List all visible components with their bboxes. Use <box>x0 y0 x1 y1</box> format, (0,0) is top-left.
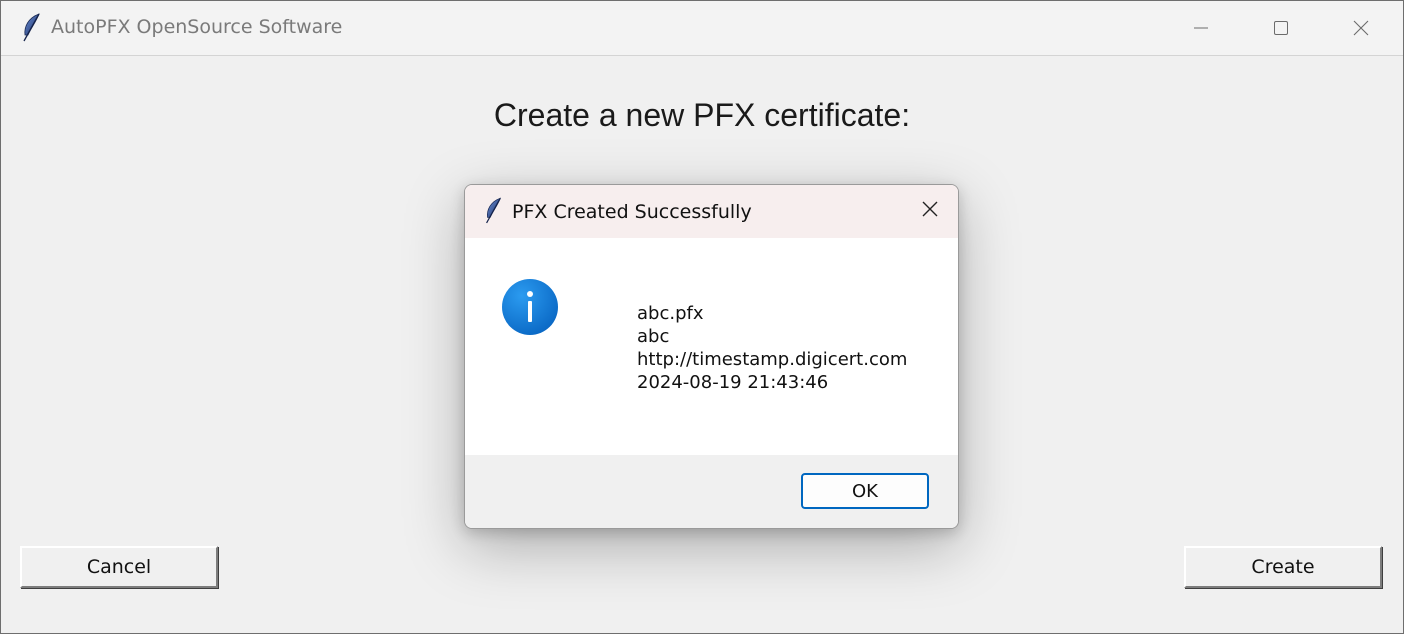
feather-icon <box>19 13 43 43</box>
dialog-title: PFX Created Successfully <box>512 201 752 223</box>
message-line: http://timestamp.digicert.com <box>637 349 908 370</box>
dialog-close-button[interactable] <box>910 193 950 229</box>
maximize-button[interactable] <box>1241 1 1321 55</box>
close-button[interactable] <box>1321 1 1401 55</box>
message-dialog: PFX Created Successfully abc.pfx abc htt… <box>464 184 959 529</box>
close-icon <box>1352 19 1370 37</box>
create-button[interactable]: Create <box>1184 546 1382 588</box>
dialog-body: abc.pfx abc http://timestamp.digicert.co… <box>465 238 958 455</box>
message-line: 2024-08-19 21:43:46 <box>637 372 829 393</box>
feather-icon <box>482 197 504 225</box>
minimize-button[interactable] <box>1161 1 1241 55</box>
cancel-button[interactable]: Cancel <box>20 546 218 588</box>
title-bar[interactable]: AutoPFX OpenSource Software <box>1 1 1403 56</box>
ok-button[interactable]: OK <box>801 473 929 509</box>
main-window: AutoPFX OpenSource Software Create a new… <box>0 0 1404 634</box>
message-line: abc.pfx <box>637 303 704 324</box>
close-icon <box>921 200 939 222</box>
page-heading: Create a new PFX certificate: <box>493 97 911 133</box>
maximize-icon <box>1273 20 1289 36</box>
info-icon <box>501 278 559 336</box>
minimize-icon <box>1193 20 1209 36</box>
message-line: abc <box>637 326 670 347</box>
dialog-title-bar[interactable]: PFX Created Successfully <box>465 185 958 238</box>
dialog-message: abc.pfx abc http://timestamp.digicert.co… <box>637 302 907 394</box>
dialog-footer: OK <box>465 455 958 528</box>
window-title: AutoPFX OpenSource Software <box>51 16 343 38</box>
